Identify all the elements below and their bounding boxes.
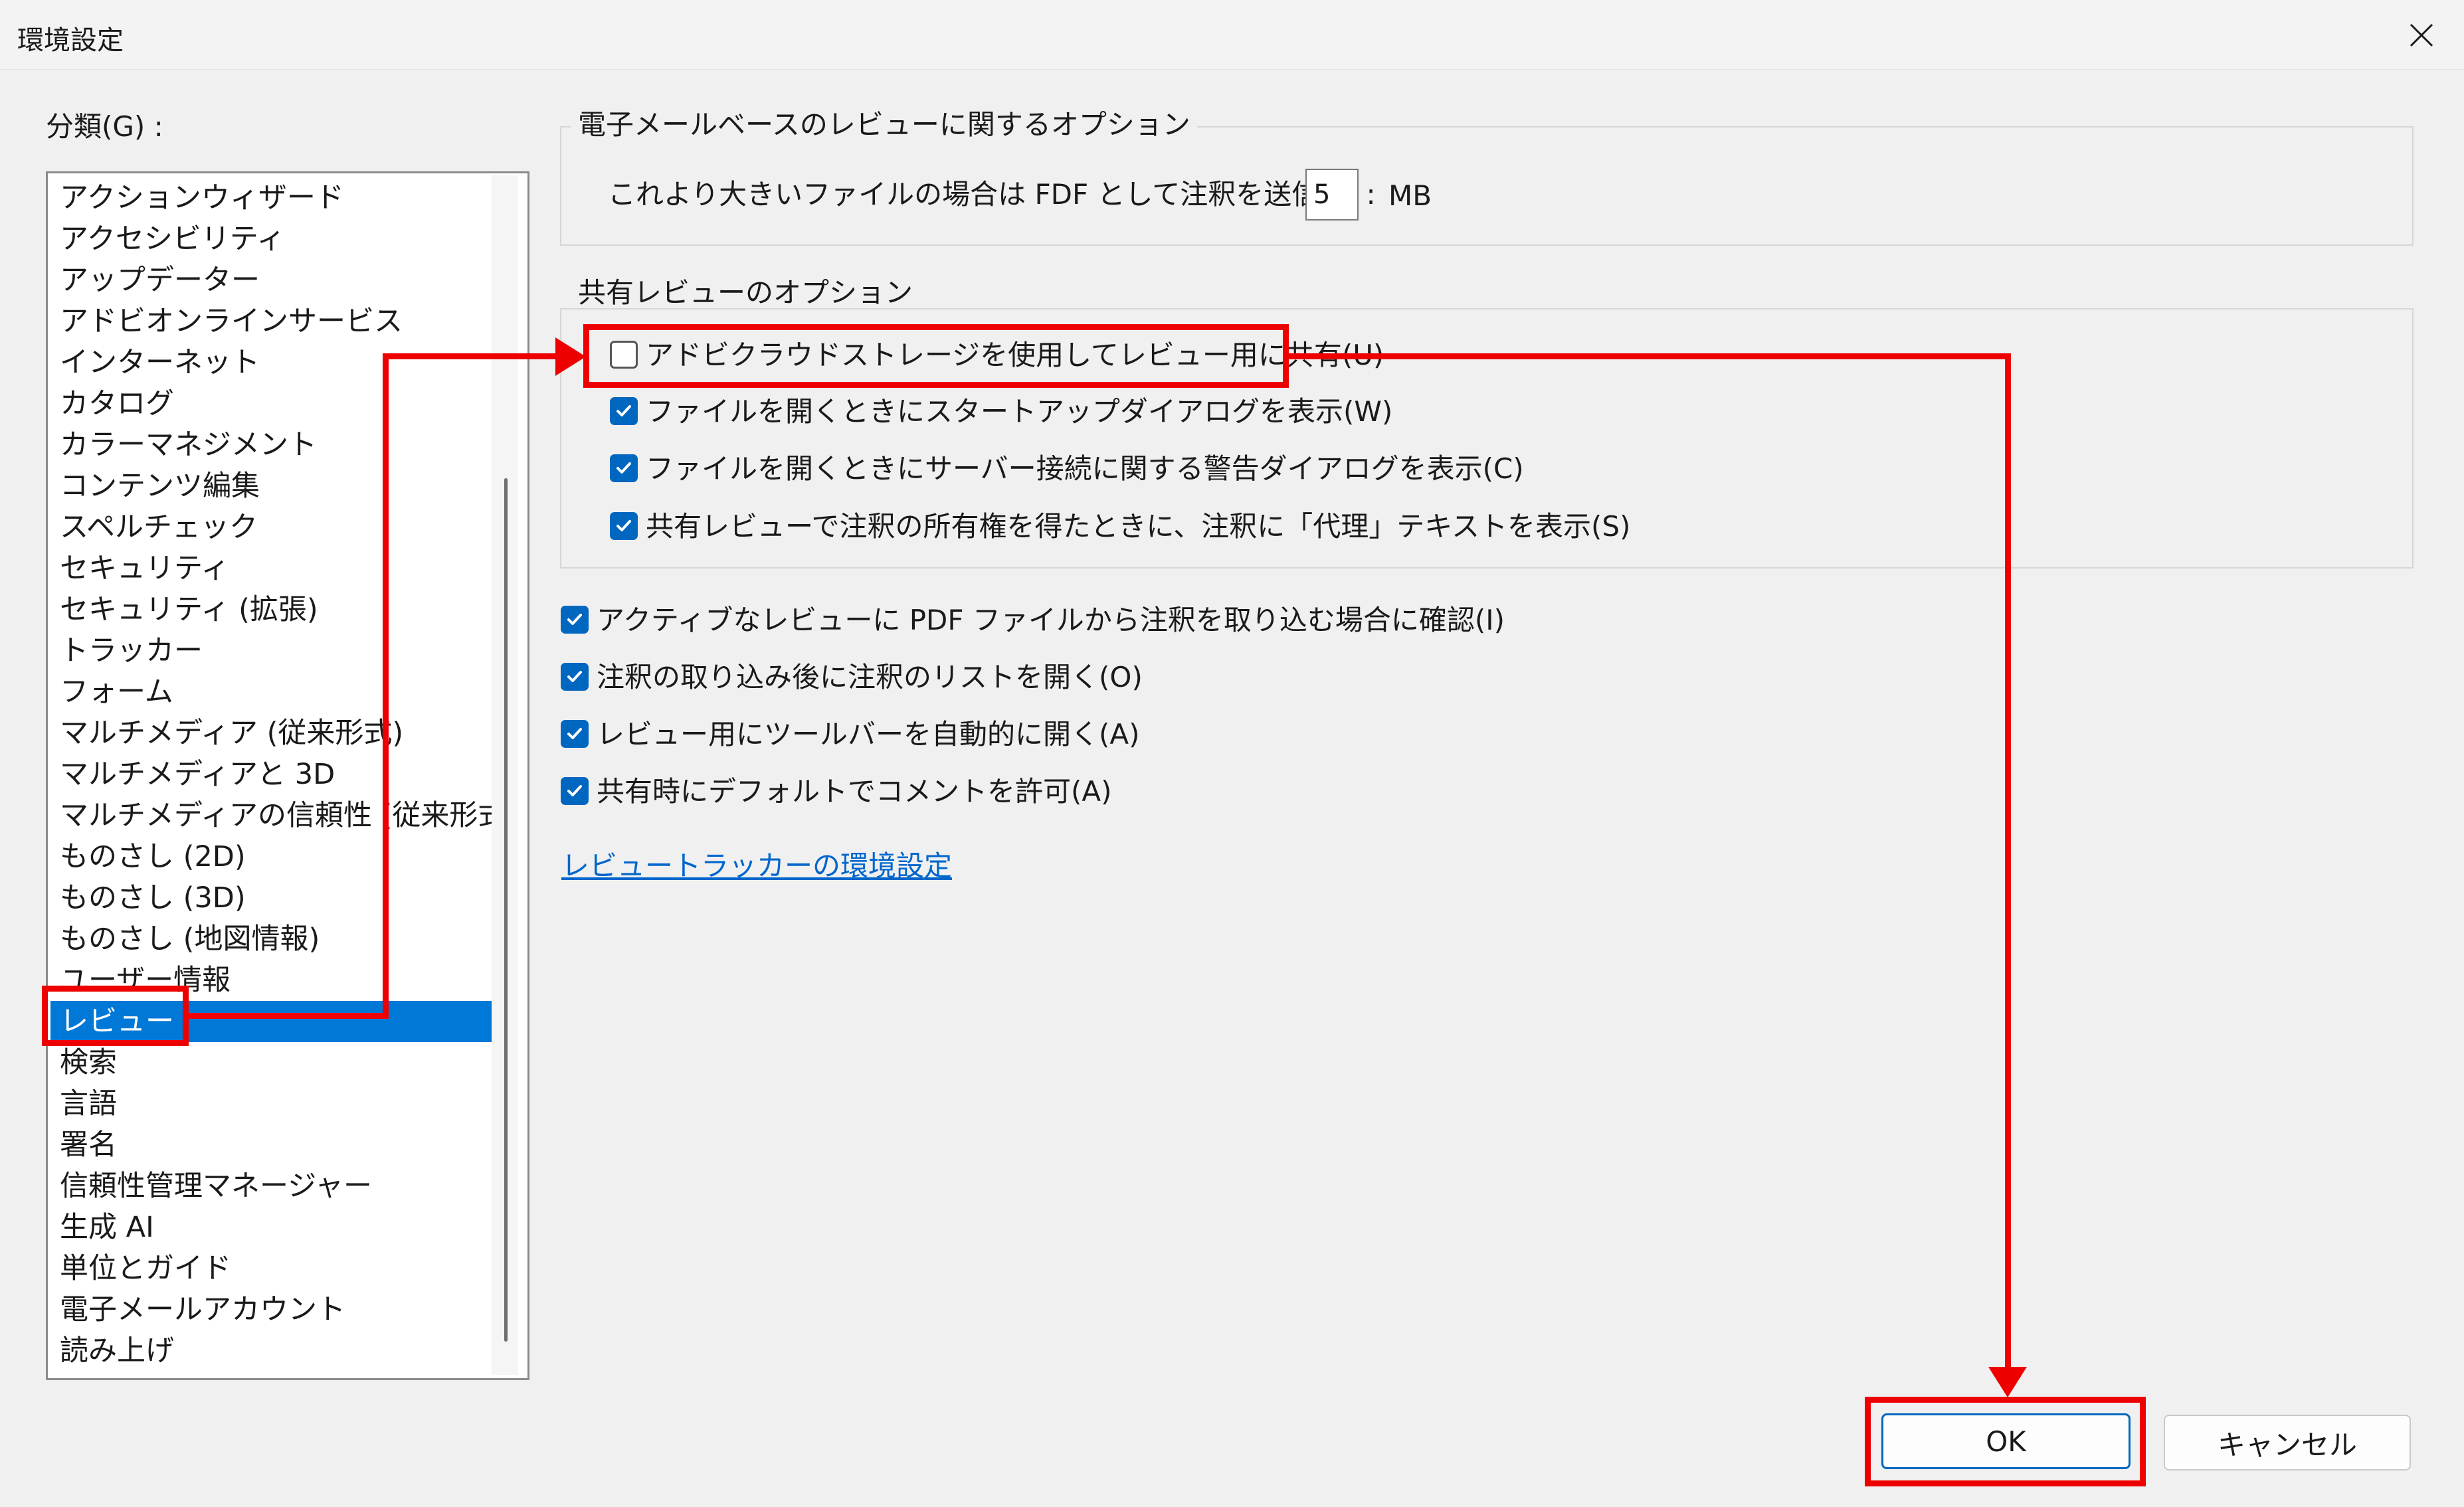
sidebar-item-multimedia-trust[interactable]: マルチメディアの信頼性 (従来形式) [50,795,518,836]
category-list[interactable]: アクションウィザード アクセシビリティ アップデーター アドビオンラインサービス… [46,171,529,1380]
sidebar-item-units-guides[interactable]: 単位とガイド [50,1248,492,1289]
allow-comments-checkbox[interactable] [561,777,589,805]
sidebar-item-measuring-geo[interactable]: ものさし (地図情報) [50,919,492,960]
startup-dialog-label: ファイルを開くときにスタートアップダイアログを表示(W) [646,395,1393,428]
close-button[interactable] [2398,12,2445,58]
checkmark-icon [567,785,582,796]
proxy-text-label: 共有レビューで注釈の所有権を得たときに、注釈に「代理」テキストを表示(S) [646,510,1631,543]
sidebar-item-search[interactable]: 検索 [50,1042,492,1083]
sidebar-item-email-accounts[interactable]: 電子メールアカウント [50,1289,492,1330]
proxy-text-checkbox[interactable] [610,512,638,540]
title-bar [0,0,2464,70]
sidebar-item-language[interactable]: 言語 [50,1083,492,1124]
window-title: 環境設定 [17,25,124,56]
sidebar-item-signatures[interactable]: 署名 [50,1124,492,1166]
sidebar-item-generative-ai[interactable]: 生成 AI [50,1207,492,1248]
annotation-arrowhead [1988,1367,2027,1397]
checkmark-icon [616,520,631,531]
checkmark-icon [616,405,631,416]
email-review-title: 電子メールベースのレビューに関するオプション [571,111,1197,139]
sidebar-item-adobe-online[interactable]: アドビオンラインサービス [50,301,492,342]
sidebar-item-spelling[interactable]: スペルチェック [50,507,492,548]
close-icon [2410,23,2433,47]
shared-review-title: 共有レビューのオプション [571,279,920,307]
sidebar-item-content-editing[interactable]: コンテンツ編集 [50,466,492,507]
sidebar-item-security-enhanced[interactable]: セキュリティ (拡張) [50,589,492,630]
checkmark-icon [567,728,582,739]
review-tracker-link[interactable]: レビュートラッカーの環境設定 [561,843,952,884]
sidebar-item-measuring-3d[interactable]: ものさし (3D) [50,877,492,919]
fdf-size-input[interactable] [1305,169,1359,221]
auto-toolbar-label: レビュー用にツールバーを自動的に開く(A) [597,718,1140,751]
size-unit-label: MB [1388,179,1432,212]
cloud-share-label: アドビクラウドストレージを使用してレビュー用に共有(U) [646,339,1384,371]
auto-toolbar-checkbox[interactable] [561,720,589,748]
open-comment-list-checkbox[interactable] [561,663,589,691]
fdf-size-label: これより大きいファイルの場合は FDF として注釈を送信(F) : [608,178,1376,211]
sidebar-item-measuring-2d[interactable]: ものさし (2D) [50,836,492,877]
checkmark-icon [567,614,582,625]
startup-dialog-checkbox[interactable] [610,397,638,425]
category-label: 分類(G) : [46,110,163,143]
server-warning-checkbox[interactable] [610,454,638,482]
sidebar-item-trust-manager[interactable]: 信頼性管理マネージャー [50,1166,492,1207]
cloud-share-checkbox[interactable] [610,341,638,369]
sidebar-item-multimedia-legacy[interactable]: マルチメディア (従来形式) [50,713,492,754]
checkmark-icon [567,671,582,682]
sidebar-item-forms[interactable]: フォーム [50,671,492,713]
cancel-button[interactable]: キャンセル [2164,1415,2411,1470]
sidebar-item-review[interactable]: レビュー [50,1001,492,1042]
sidebar-item-multimedia-3d[interactable]: マルチメディアと 3D [50,754,492,795]
sidebar-item-identity[interactable]: ユーザー情報 [50,960,492,1001]
checkmark-icon [616,462,631,474]
sidebar-item-color-management[interactable]: カラーマネジメント [50,424,492,466]
sidebar-item-internet[interactable]: インターネット [50,342,492,383]
sidebar-item-tracker[interactable]: トラッカー [50,630,492,671]
open-comment-list-label: 注釈の取り込み後に注釈のリストを開く(O) [597,661,1143,693]
scrollbar-thumb[interactable] [504,478,508,1342]
sidebar-item-updater[interactable]: アップデーター [50,260,492,301]
sidebar-item-read-out-loud[interactable]: 読み上げ [50,1330,492,1372]
sidebar-item-accessibility[interactable]: アクセシビリティ [50,219,492,260]
ok-button[interactable]: OK [1881,1413,2131,1469]
sidebar-item-security[interactable]: セキュリティ [50,548,492,589]
sidebar-item-action-wizard[interactable]: アクションウィザード [50,177,492,219]
confirm-import-label: アクティブなレビューに PDF ファイルから注釈を取り込む場合に確認(I) [597,604,1505,636]
allow-comments-label: 共有時にデフォルトでコメントを許可(A) [597,775,1112,808]
annotation-arrowhead [555,337,586,376]
sidebar-item-catalog[interactable]: カタログ [50,383,492,424]
confirm-import-checkbox[interactable] [561,606,589,634]
server-warning-label: ファイルを開くときにサーバー接続に関する警告ダイアログを表示(C) [646,452,1524,485]
